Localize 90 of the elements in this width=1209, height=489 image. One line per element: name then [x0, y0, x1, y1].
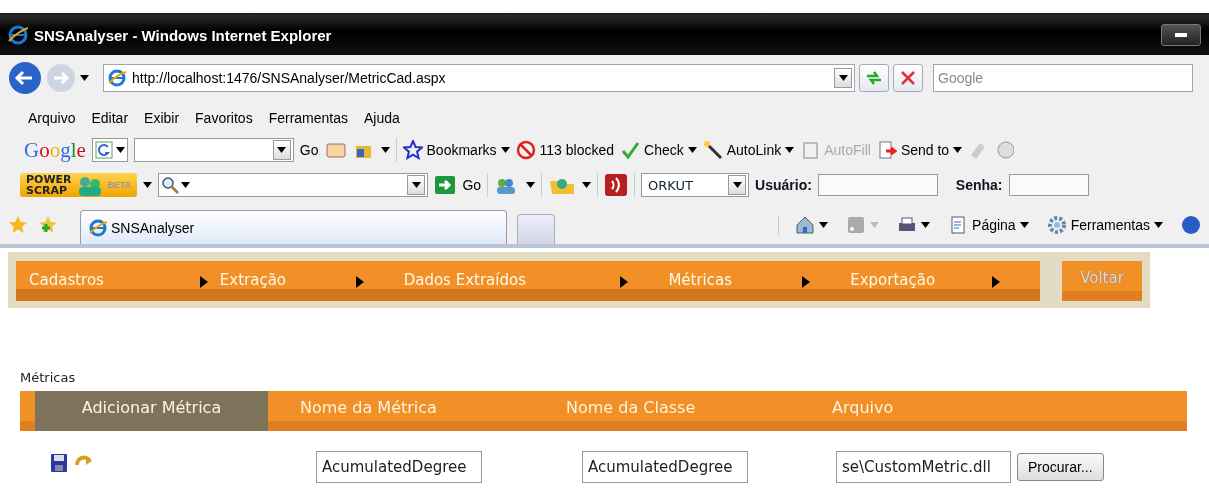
blocked-icon: [515, 140, 536, 160]
section-title: Métricas: [20, 370, 77, 385]
user-label: Usuário:: [755, 177, 812, 193]
triangle-icon: [620, 276, 629, 288]
caret-icon: [582, 182, 592, 188]
spellcheck-icon: [620, 140, 641, 160]
search-field[interactable]: Google: [933, 63, 1193, 92]
menu-item[interactable]: Favoritos: [195, 109, 253, 126]
search-icon: [161, 176, 180, 194]
caret-icon: [380, 147, 390, 153]
user-field[interactable]: [817, 174, 938, 196]
menu-item[interactable]: Arquivo: [28, 109, 76, 126]
caret-icon: [277, 147, 287, 153]
toolbar-button[interactable]: Check: [620, 140, 697, 160]
caret-icon: [1154, 221, 1163, 228]
caret-icon: [687, 147, 697, 153]
caret-icon: [819, 221, 829, 228]
file-field[interactable]: se\CustomMetric.dll: [836, 451, 1011, 483]
arrow-right-icon[interactable]: [434, 175, 457, 195]
command-button[interactable]: Ferramentas: [1046, 214, 1163, 235]
command-button[interactable]: [795, 214, 829, 235]
dropdown-button[interactable]: [834, 67, 852, 88]
caret-icon: [838, 74, 848, 81]
logo: Google: [24, 137, 86, 163]
signal-icon[interactable]: [604, 173, 629, 197]
triangle-icon: [802, 276, 811, 288]
minimize-icon: [1175, 33, 1187, 37]
browser-icon: [108, 68, 126, 87]
triangle-icon: [355, 276, 364, 288]
triangle-icon: [199, 276, 208, 288]
g-letter-icon: [94, 141, 113, 159]
search-field[interactable]: [158, 173, 429, 197]
caret-icon: [870, 221, 880, 228]
magic-wand-icon: [702, 140, 723, 160]
network-select[interactable]: ORKUT: [641, 173, 750, 197]
form-icon: [800, 140, 821, 160]
header-strip: [20, 391, 35, 431]
url-text: http://localhost:1476/SNSAnalyser/MetricCad.aspx: [132, 69, 447, 86]
selected-header-tab[interactable]: Adicionar Métrica: [35, 391, 268, 431]
engine-dropdown[interactable]: [91, 138, 128, 162]
menu-item[interactable]: Exibir: [144, 109, 180, 126]
settings-icon[interactable]: [1046, 214, 1067, 235]
class-name-field[interactable]: AcumulatedDegree: [582, 451, 748, 483]
add-favorite-icon[interactable]: [38, 214, 58, 235]
caret-icon: [953, 147, 963, 153]
metric-name-field[interactable]: AcumulatedDegree: [316, 451, 482, 483]
toolbar-button[interactable]: 113 blocked: [515, 140, 615, 160]
caret-icon: [181, 182, 191, 188]
caret-icon: [1019, 221, 1029, 228]
window-title: SNSAnalyser - Windows Internet Explorer: [34, 26, 332, 44]
menu-item[interactable]: Ajuda: [364, 109, 400, 126]
history-caret-icon: [80, 74, 89, 81]
caret-icon: [526, 182, 536, 188]
close-button[interactable]: [893, 63, 923, 92]
new-tab-button[interactable]: [517, 214, 555, 244]
go-button[interactable]: Go: [299, 142, 319, 158]
menu-item[interactable]: Editar: [91, 109, 129, 126]
star-icon: [402, 140, 423, 160]
caret-icon: [732, 182, 742, 188]
caret-icon: [411, 182, 421, 188]
caret-icon: [115, 147, 125, 153]
minimize-button[interactable]: [1161, 24, 1201, 46]
save-icon[interactable]: [50, 453, 68, 473]
home-icon[interactable]: [795, 214, 816, 235]
browser-icon: [8, 25, 28, 45]
toolbar-button[interactable]: Send to: [876, 140, 963, 160]
browse-button[interactable]: Procurar...: [1017, 453, 1104, 481]
triangle-icon: [992, 276, 1000, 288]
go-button[interactable]: Go: [462, 177, 482, 193]
search-field[interactable]: [133, 138, 294, 162]
password-field[interactable]: [1008, 174, 1089, 196]
browser-icon: [89, 218, 107, 237]
address-field[interactable]: http://localhost:1476/SNSAnalyser/MetricCad.aspx: [103, 63, 855, 92]
caret-icon: [785, 147, 795, 153]
powerscrap-logo: POWER SCRAP BETA: [20, 173, 138, 197]
command-button[interactable]: Página: [948, 214, 1029, 235]
toolbar-button[interactable]: Bookmarks: [402, 140, 510, 160]
caret-icon: [143, 182, 153, 188]
caret-icon: [921, 221, 931, 228]
send-icon: [876, 140, 897, 160]
star-icon[interactable]: [8, 214, 28, 235]
refresh-button[interactable]: [859, 63, 889, 92]
toolbar-button[interactable]: AutoLink: [702, 140, 795, 160]
refresh-icon: [865, 69, 883, 86]
caret-icon: [500, 147, 510, 153]
close-icon: [901, 70, 915, 85]
password-label: Senha:: [955, 177, 1003, 193]
back-icon[interactable]: [8, 60, 42, 95]
menu-item[interactable]: Ferramentas: [268, 109, 348, 126]
browser-tab[interactable]: SNSAnalyser: [80, 210, 507, 244]
